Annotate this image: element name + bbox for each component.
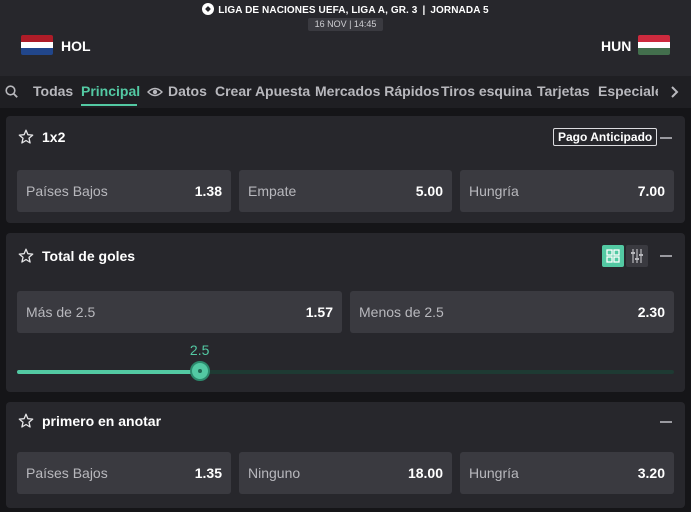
- chevron-right-icon[interactable]: [670, 86, 680, 98]
- odd-button[interactable]: Menos de 2.5 2.30: [350, 291, 674, 333]
- star-icon[interactable]: [18, 248, 34, 264]
- odd-value: 3.20: [637, 465, 665, 481]
- separator: |: [422, 5, 426, 16]
- odd-button[interactable]: Empate 5.00: [239, 170, 452, 212]
- goal-line-slider-track[interactable]: [17, 370, 674, 374]
- search-icon[interactable]: [5, 85, 18, 98]
- tab-tiros-esquina[interactable]: Tiros esquina: [441, 83, 532, 99]
- odd-button[interactable]: Países Bajos 1.35: [17, 452, 231, 494]
- odd-value: 1.38: [194, 183, 222, 199]
- active-tab-indicator: [81, 104, 137, 106]
- market-tabs: Todas Principal Datos Crear Apuesta Merc…: [0, 76, 691, 108]
- tab-mercados-rapidos[interactable]: Mercados Rápidos: [315, 83, 439, 99]
- market-title: Total de goles: [42, 248, 136, 264]
- odd-label: Más de 2.5: [26, 304, 96, 320]
- odd-button[interactable]: Ninguno 18.00: [239, 452, 452, 494]
- sliders-view-icon[interactable]: [626, 245, 648, 267]
- home-team-code: HOL: [61, 38, 91, 54]
- tab-crear-apuesta[interactable]: Crear Apuesta: [215, 83, 310, 99]
- odd-button[interactable]: Hungría 3.20: [460, 452, 674, 494]
- tab-tarjetas[interactable]: Tarjetas: [537, 83, 590, 99]
- odd-value: 1.35: [194, 465, 222, 481]
- odd-value: 7.00: [637, 183, 665, 199]
- odd-button[interactable]: Hungría 7.00: [460, 170, 674, 212]
- tab-todas[interactable]: Todas: [33, 83, 73, 99]
- odd-value: 2.30: [637, 304, 665, 320]
- early-payout-badge: Pago Anticipado: [553, 128, 658, 146]
- market-total-goals: Total de goles Más de 2.5 1.57 Menos de …: [6, 233, 685, 392]
- match-datetime: 16 NOV | 14:45: [308, 18, 383, 31]
- star-icon[interactable]: [18, 413, 34, 429]
- tab-principal[interactable]: Principal: [81, 83, 140, 99]
- star-icon[interactable]: [18, 129, 34, 145]
- match-header: LIGA DE NACIONES UEFA, LIGA A, GR. 3 | JOR…: [0, 0, 691, 76]
- odd-label: Hungría: [469, 465, 519, 481]
- odd-label: Hungría: [469, 183, 519, 199]
- netherlands-flag-icon: [21, 35, 53, 55]
- slider-handle[interactable]: [189, 361, 210, 381]
- collapse-icon[interactable]: [660, 421, 672, 423]
- odd-label: Países Bajos: [26, 465, 108, 481]
- odd-label: Ninguno: [248, 465, 301, 481]
- tab-datos[interactable]: Datos: [168, 83, 207, 99]
- odd-value: 18.00: [407, 465, 443, 481]
- odd-button[interactable]: Más de 2.5 1.57: [17, 291, 342, 333]
- odd-label: Menos de 2.5: [359, 304, 444, 320]
- odd-label: Países Bajos: [26, 183, 108, 199]
- market-first-scorer: primero en anotar Países Bajos 1.35 Ning…: [6, 402, 685, 508]
- hungary-flag-icon: [638, 35, 670, 55]
- odd-value: 1.57: [305, 304, 333, 320]
- odd-button[interactable]: Países Bajos 1.38: [17, 170, 231, 212]
- market-1x2: 1x2 Pago Anticipado Países Bajos 1.38 Em…: [6, 116, 685, 223]
- slider-fill: [17, 370, 200, 374]
- matchday: JORNADA 5: [430, 5, 489, 16]
- market-title: 1x2: [42, 129, 66, 145]
- grid-view-icon[interactable]: [602, 245, 624, 267]
- eye-icon: [147, 87, 163, 97]
- competition-name: LIGA DE NACIONES UEFA, LIGA A, GR. 3: [218, 5, 418, 16]
- collapse-icon[interactable]: [660, 137, 672, 139]
- tab-especiales[interactable]: Especiale: [598, 83, 658, 99]
- odd-label: Empate: [248, 183, 297, 199]
- market-title: primero en anotar: [42, 413, 162, 429]
- odd-value: 5.00: [415, 183, 443, 199]
- collapse-icon[interactable]: [660, 255, 672, 257]
- soccer-ball-icon: [202, 3, 215, 15]
- away-team-code: HUN: [601, 38, 632, 54]
- competition-line: LIGA DE NACIONES UEFA, LIGA A, GR. 3 | JOR…: [0, 3, 691, 16]
- slider-value-label: 2.5: [189, 342, 210, 358]
